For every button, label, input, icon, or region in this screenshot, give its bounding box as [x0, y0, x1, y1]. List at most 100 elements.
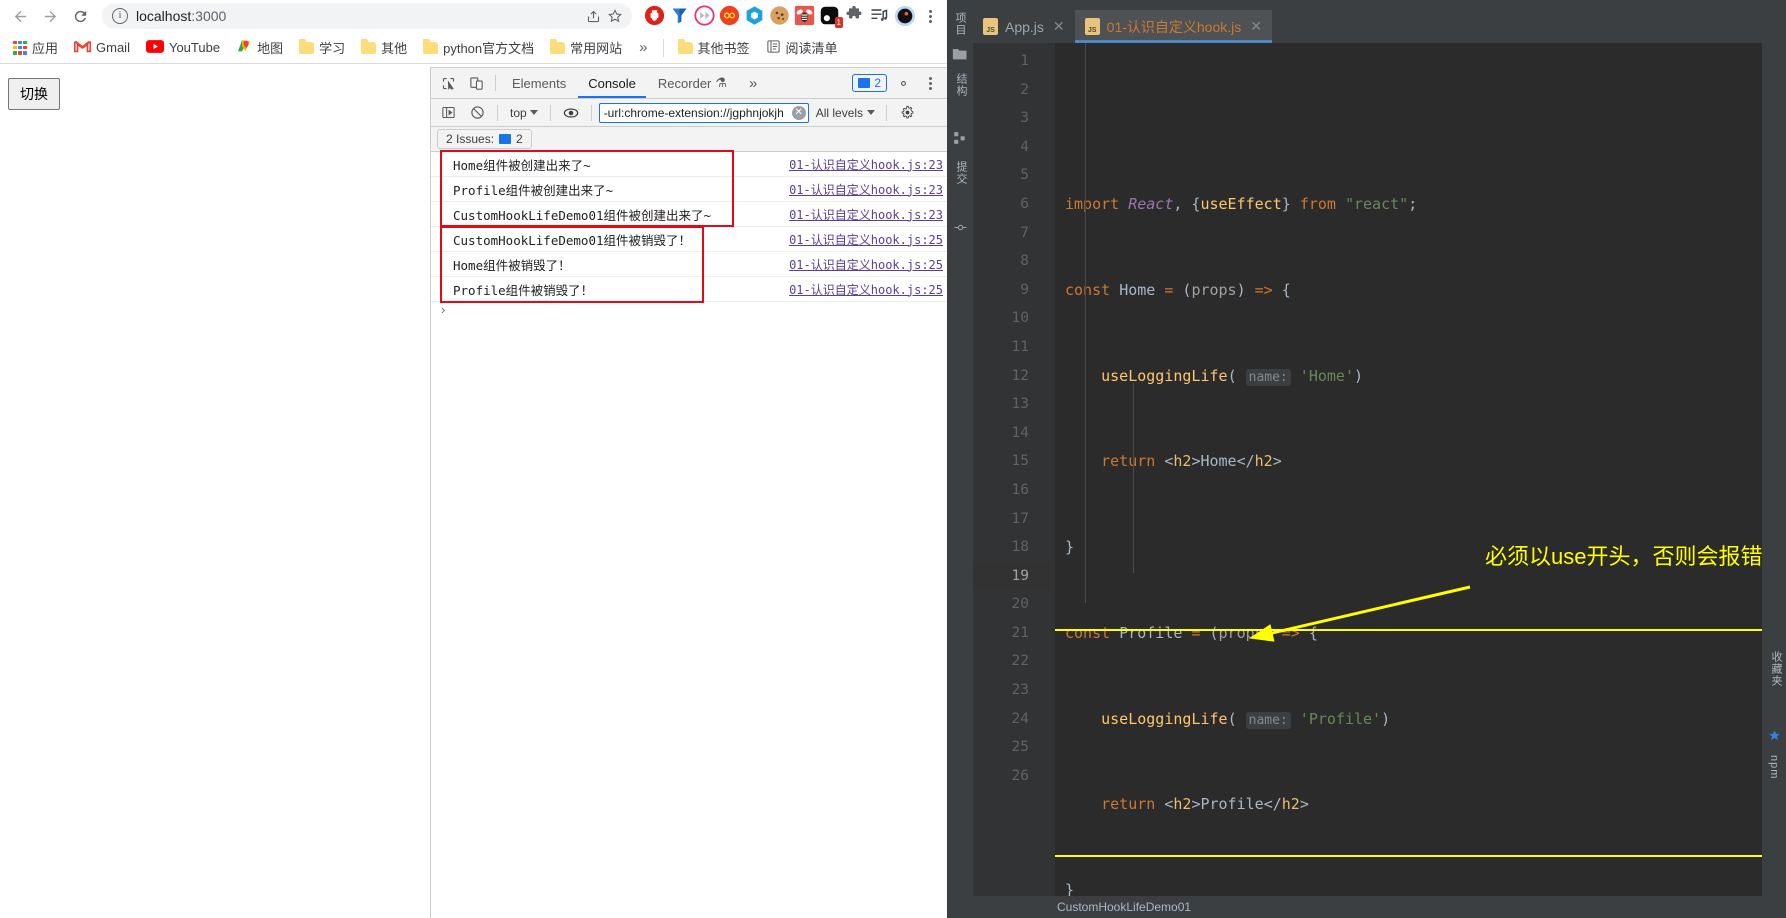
bookmark-label: YouTube [168, 40, 221, 55]
star-icon[interactable] [604, 5, 626, 27]
gmail-icon [73, 40, 92, 56]
gear-icon[interactable] [890, 71, 916, 95]
share-icon[interactable] [582, 5, 604, 27]
project-folder-icon[interactable] [952, 47, 968, 64]
code-editor[interactable]: 1 2 3 4 5 6 7 8 9 10 11 12 13 14 15 16 1 [973, 43, 1762, 918]
line-number: 18 [1011, 539, 1029, 556]
console-log-row[interactable]: Home组件被创建出来了~ 01-认识自定义hook.js:23 [431, 152, 947, 177]
console-log-row[interactable]: CustomHookLifeDemo01组件被销毁了！ 01-认识自定义hook… [431, 227, 947, 252]
clear-console-icon[interactable] [464, 101, 490, 125]
apps-grid-icon [13, 40, 27, 55]
bee-extension-icon[interactable] [794, 5, 816, 27]
issues-button-label: 2 Issues: [446, 132, 495, 146]
console-log-source-link[interactable]: 01-认识自定义hook.js:23 [789, 206, 947, 223]
tab-recorder[interactable]: Recorder ⚗ [648, 69, 737, 98]
console-sidebar-icon[interactable] [435, 101, 461, 125]
puzzle-extensions-icon[interactable] [844, 5, 866, 27]
editor-tab-app-js[interactable]: JS App.js ✕ [973, 10, 1075, 43]
cookie-extension-icon[interactable] [769, 5, 791, 27]
line-number: 3 [1020, 110, 1029, 127]
more-tabs-icon[interactable]: » [739, 69, 767, 98]
console-settings-icon[interactable] [894, 101, 920, 125]
issues-button[interactable]: 2 Issues: 2 [437, 129, 532, 149]
bookmark-apps[interactable]: 应用 [6, 35, 65, 60]
reload-icon[interactable] [66, 2, 94, 30]
js-file-icon: JS [1084, 18, 1100, 35]
devtools-more-icon[interactable] [919, 76, 941, 90]
youtube-icon [145, 39, 164, 56]
browser-menu-icon[interactable] [919, 9, 941, 23]
device-toolbar-icon[interactable] [463, 71, 489, 95]
console-log-row[interactable]: CustomHookLifeDemo01组件被创建出来了~ 01-认识自定义ho… [431, 202, 947, 227]
forward-icon[interactable] [36, 2, 64, 30]
video-speed-extension-icon[interactable] [694, 5, 716, 27]
extension-badge-count: 1 [834, 17, 843, 28]
bookmark-folder-other[interactable]: 其他 [354, 35, 414, 60]
rail-label-commit[interactable]: 提交 [953, 161, 969, 185]
address-bar[interactable]: i localhost:3000 [102, 3, 632, 29]
console-filter-input[interactable]: -url:chrome-extension://jgphnjokjh ✕ [598, 102, 809, 123]
console-log-source-link[interactable]: 01-认识自定义hook.js:25 [789, 256, 947, 273]
toggle-button[interactable]: 切换 [8, 78, 60, 110]
reading-list-icon [766, 39, 781, 57]
close-icon[interactable]: ✕ [1250, 18, 1262, 35]
screen-root: i localhost:3000 1 应用 Gmail YouTube 地图 学… [0, 0, 1786, 918]
reading-list-button[interactable]: 阅读清单 [759, 35, 845, 60]
bookmark-folder-python-docs[interactable]: python官方文档 [416, 35, 541, 60]
dark-reader-extension-icon[interactable]: 1 [819, 5, 843, 28]
console-prompt[interactable]: › [431, 302, 947, 324]
playlist-icon[interactable] [869, 5, 891, 27]
octagon-extension-icon[interactable] [744, 5, 766, 27]
execution-context-select[interactable]: top [505, 106, 543, 120]
infinity-extension-icon[interactable] [719, 5, 741, 27]
console-log-source-link[interactable]: 01-认识自定义hook.js:23 [789, 156, 947, 173]
code-line: return <h2>Profile</h2> [1101, 795, 1309, 814]
bookmark-other-bookmarks[interactable]: 其他书签 [671, 35, 757, 60]
console-log-row[interactable]: Profile组件被创建出来了~ 01-认识自定义hook.js:23 [431, 177, 947, 202]
site-info-icon[interactable]: i [112, 8, 128, 24]
close-icon[interactable]: ✕ [1053, 18, 1065, 35]
console-log-source-link[interactable]: 01-认识自定义hook.js:25 [789, 281, 947, 298]
message-icon [499, 134, 512, 144]
tab-elements[interactable]: Elements [502, 69, 576, 98]
bookmarks-overflow-icon[interactable]: » [631, 37, 655, 58]
console-log-message: CustomHookLifeDemo01组件被创建出来了~ [453, 207, 712, 223]
clear-filter-icon[interactable]: ✕ [791, 105, 806, 120]
line-number: 10 [1011, 310, 1029, 327]
code-text[interactable]: import React, {useEffect} from "react"; … [1055, 43, 1762, 918]
rail-label-npm[interactable]: npm [1768, 755, 1780, 779]
console-log-row[interactable]: Profile组件被销毁了！ 01-认识自定义hook.js:25 [431, 277, 947, 302]
indent-guide [1085, 43, 1086, 603]
funnel-extension-icon[interactable] [669, 5, 691, 27]
line-number: 22 [1011, 653, 1029, 670]
tab-console[interactable]: Console [578, 69, 646, 98]
folder-icon [423, 39, 439, 54]
bookmark-folder-common-sites[interactable]: 常用网站 [543, 35, 629, 60]
back-icon[interactable] [6, 2, 34, 30]
console-filter-bar: top -url:chrome-extension://jgphnjokjh ✕… [431, 99, 947, 127]
inspect-element-icon[interactable] [435, 71, 461, 95]
bookmark-label: 其他 [381, 41, 408, 56]
rail-label-favorites[interactable]: 收藏夹 [1768, 651, 1784, 687]
console-log-source-link[interactable]: 01-认识自定义hook.js:23 [789, 181, 947, 198]
structure-icon[interactable] [953, 131, 967, 149]
bookmark-folder-study[interactable]: 学习 [292, 35, 352, 60]
issues-chip[interactable]: 2 [852, 74, 887, 92]
folder-icon [361, 39, 377, 54]
console-log-source-link[interactable]: 01-认识自定义hook.js:25 [789, 231, 947, 248]
bookmark-gmail[interactable]: Gmail [67, 37, 137, 59]
issues-bar: 2 Issues: 2 [431, 127, 947, 152]
live-expression-icon[interactable] [558, 101, 584, 125]
rail-label-project[interactable]: 项目 [952, 12, 968, 36]
adblock-extension-icon[interactable] [644, 5, 666, 27]
line-number: 9 [1020, 281, 1029, 298]
record-icon[interactable] [894, 5, 916, 27]
rail-label-structure[interactable]: 结构 [953, 73, 969, 97]
console-log-row[interactable]: Home组件被销毁了！ 01-认识自定义hook.js:25 [431, 252, 947, 277]
editor-tab-custom-hook-js[interactable]: JS 01-认识自定义hook.js ✕ [1074, 10, 1273, 43]
bookmark-youtube[interactable]: YouTube [139, 37, 227, 59]
star-icon[interactable] [1768, 729, 1781, 746]
commit-icon[interactable] [954, 221, 967, 238]
log-level-select[interactable]: All levels [812, 106, 879, 120]
bookmark-maps[interactable]: 地图 [229, 35, 290, 60]
